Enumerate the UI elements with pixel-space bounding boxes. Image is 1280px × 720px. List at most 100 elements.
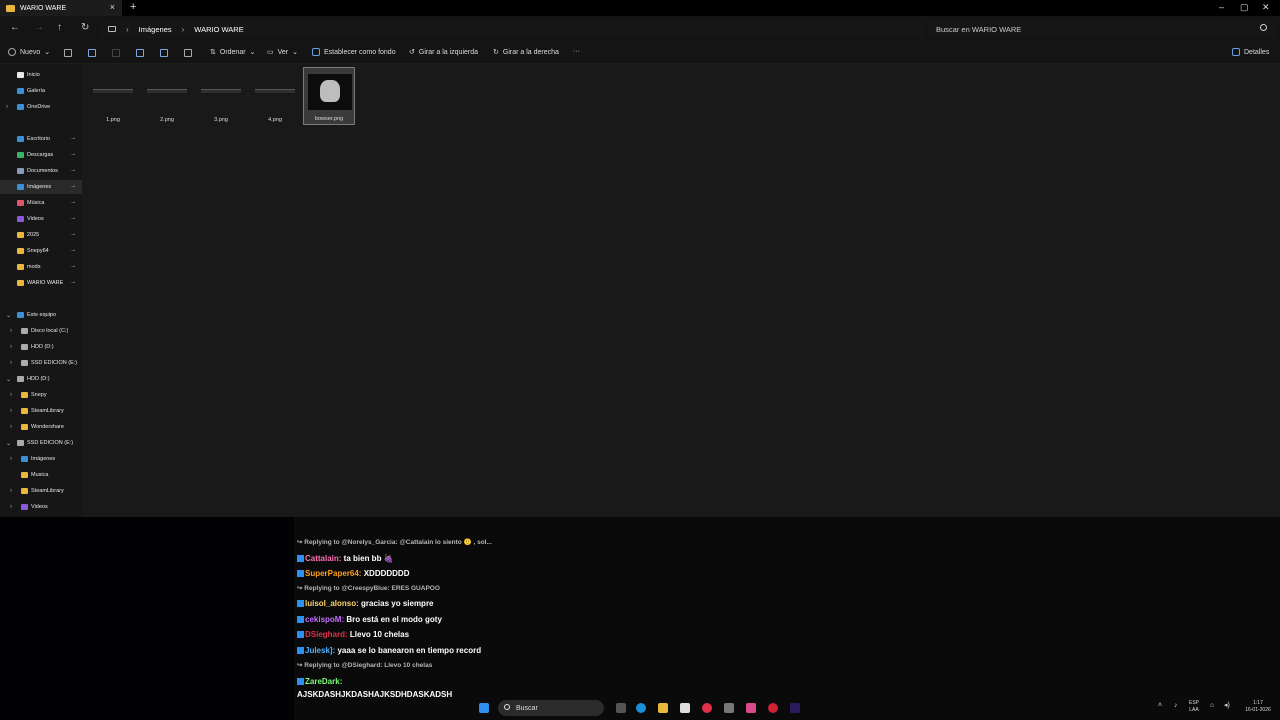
sidebar-item-hdd-d-[interactable]: ⌄ HDD (D:) [0,372,82,386]
paste-icon[interactable] [112,49,120,57]
share-icon[interactable] [160,49,168,57]
volume-icon[interactable]: ◂) [1224,702,1230,709]
sidebar-item-steamlibrary[interactable]: › SteamLibrary [0,484,82,498]
sidebar-item-videos[interactable]: › Videos [0,500,82,514]
sidebar-item-inicio[interactable]: Inicio [0,68,82,82]
pin-icon[interactable]: ⊸ [71,248,75,254]
pin-icon[interactable]: ⊸ [71,280,75,286]
sidebar-item-wario-ware[interactable]: WARIO WARE ⊸ [0,276,82,290]
back-icon[interactable]: ← [10,22,20,33]
chevron-right-icon[interactable]: › [10,488,12,494]
file-item[interactable]: 1.png [87,67,139,125]
chevron-right-icon[interactable]: › [10,392,12,398]
taskbar-search[interactable]: Buscar [498,700,604,716]
details-button[interactable]: Detalles [1232,48,1269,56]
sidebar-item-musica[interactable]: Musica [0,468,82,482]
pin-icon[interactable]: ⊸ [71,136,75,142]
chevron-right-icon[interactable]: › [10,504,12,510]
file-item[interactable]: 3.png [195,67,247,125]
more-options-button[interactable]: ··· [573,48,580,55]
sidebar-item-onedrive[interactable]: › OneDrive [0,100,82,114]
stream-app-icon[interactable] [746,703,756,713]
microphone-icon[interactable]: ♪ [1174,702,1178,709]
sidebar-item-música[interactable]: Música ⊸ [0,196,82,210]
sidebar-item-ssd-edicion-e-[interactable]: ⌄ SSD EDICION (E:) [0,436,82,450]
close-tab-button[interactable]: × [110,2,115,12]
chevron-right-icon[interactable]: › [10,408,12,414]
chevron-right-icon[interactable]: › [10,424,12,430]
chevron-down-icon[interactable]: ⌄ [6,376,11,383]
media-icon[interactable] [702,703,712,713]
pin-icon[interactable]: ⊸ [71,200,75,206]
chevron-right-icon[interactable]: › [10,360,12,366]
breadcrumb-imagenes[interactable]: Imágenes [139,25,172,34]
file-explorer-icon[interactable] [658,703,668,713]
obs-icon[interactable] [768,703,778,713]
up-icon[interactable]: ↑ [57,22,62,33]
sidebar-item-steamlibrary[interactable]: › SteamLibrary [0,404,82,418]
sidebar-item-mods[interactable]: mods ⊸ [0,260,82,274]
new-tab-button[interactable]: + [130,1,136,13]
sidebar-item-imágenes[interactable]: Imágenes ⊸ [0,180,82,194]
delete-icon[interactable] [184,49,192,57]
sidebar-item-documentos[interactable]: Documentos ⊸ [0,164,82,178]
search-input[interactable]: Buscar en WARIO WARE [928,20,1275,38]
sort-button[interactable]: ⇅ Ordenar ⌄ [210,48,255,57]
copy-icon[interactable] [88,49,96,57]
sidebar-item-descargas[interactable]: Descargas ⊸ [0,148,82,162]
store-icon[interactable] [680,703,690,713]
pin-icon[interactable]: ⊸ [71,168,75,174]
chevron-down-icon[interactable]: ⌄ [6,440,11,447]
task-view-icon[interactable] [616,703,626,713]
chevron-down-icon[interactable]: ⌄ [6,312,11,319]
view-button[interactable]: ▭ Ver ⌄ [267,48,298,57]
network-icon[interactable]: ⌂ [1210,702,1214,709]
sidebar-item-snepy64[interactable]: Snepy64 ⊸ [0,244,82,258]
pin-icon[interactable]: ⊸ [71,184,75,190]
chevron-right-icon[interactable]: › [6,104,8,110]
file-item[interactable]: 4.png [249,67,301,125]
sidebar-item-disco-local-c-[interactable]: › Disco local (C:) [0,324,82,338]
sidebar-item-2025[interactable]: 2025 ⊸ [0,228,82,242]
sidebar-item-imágenes[interactable]: › Imágenes [0,452,82,466]
sidebar-item-ssd-edicion-e-[interactable]: › SSD EDICION (E:) [0,356,82,370]
pin-icon[interactable]: ⊸ [71,264,75,270]
set-background-button[interactable]: Establecer como fondo [312,48,396,56]
chevron-right-icon[interactable]: › [10,456,12,462]
tab-wario-ware[interactable]: WARIO WARE × [0,0,122,16]
forward-icon[interactable]: → [34,22,44,33]
minimize-button[interactable]: – [1219,2,1224,12]
cut-icon[interactable] [64,49,72,57]
chevron-right-icon[interactable]: › [10,344,12,350]
app-icon[interactable] [724,703,734,713]
premiere-icon[interactable] [790,703,800,713]
sidebar-item-hdd-d-[interactable]: › HDD (D:) [0,340,82,354]
rotate-left-button[interactable]: ↺ Girar a la izquierda [409,48,478,57]
chevron-right-icon[interactable]: › [10,328,12,334]
close-window-button[interactable]: ✕ [1262,2,1270,13]
sidebar-item-wondershare[interactable]: › Wondershare [0,420,82,434]
sidebar-item-galería[interactable]: Galería [0,84,82,98]
sidebar-item-label: Disco local (C:) [31,328,69,334]
sidebar-item-escritorio[interactable]: Escritorio ⊸ [0,132,82,146]
rename-icon[interactable] [136,49,144,57]
sidebar-item-snepy[interactable]: › Snepy [0,388,82,402]
refresh-icon[interactable]: ↻ [81,22,89,33]
pin-icon[interactable]: ⊸ [71,216,75,222]
sidebar-item-este-equipo[interactable]: ⌄ Este equipo [0,308,82,322]
breadcrumb[interactable]: › Imágenes › WARIO WARE [100,20,923,38]
pin-icon[interactable]: ⊸ [71,232,75,238]
file-item[interactable]: 2.png [141,67,193,125]
pin-icon[interactable]: ⊸ [71,152,75,158]
sidebar-item-videos[interactable]: Videos ⊸ [0,212,82,226]
new-button[interactable]: Nuevo ⌄ [8,48,50,56]
tray-chevron-icon[interactable]: ˄ [1158,702,1162,709]
maximize-button[interactable]: ▢ [1240,2,1249,13]
rotate-right-button[interactable]: ↻ Girar a la derecha [493,48,559,57]
edge-icon[interactable] [636,703,646,713]
language-indicator[interactable]: ESP LAA [1189,700,1199,714]
clock[interactable]: 1:17 16-01-2026 [1238,700,1278,714]
breadcrumb-wario-ware[interactable]: WARIO WARE [194,25,243,34]
file-item[interactable]: bowser.png [303,67,355,125]
start-icon[interactable] [479,703,489,713]
